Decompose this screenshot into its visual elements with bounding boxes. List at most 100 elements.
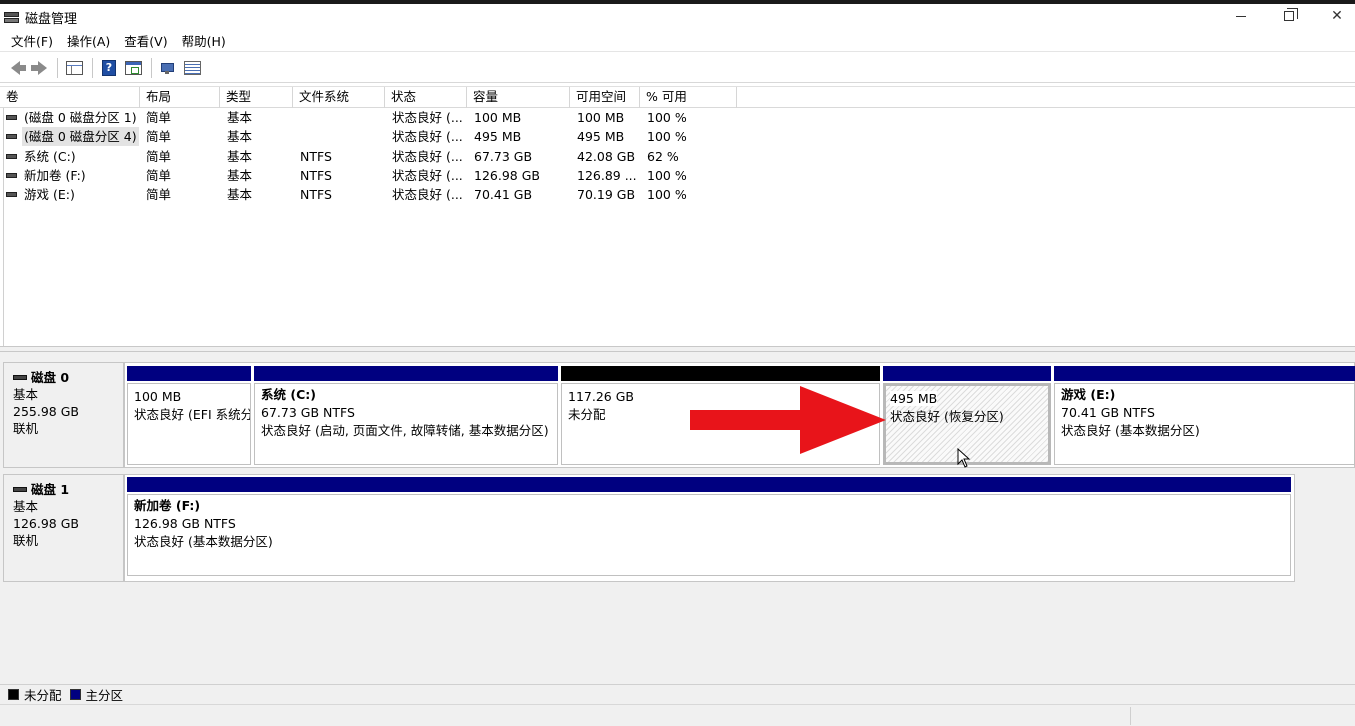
cell-status: 状态良好 (...	[392, 167, 463, 183]
column-header-volume[interactable]: 卷	[0, 87, 140, 108]
cell-free-space: 42.08 GB	[577, 148, 636, 164]
column-header-layout[interactable]: 布局	[140, 87, 220, 108]
list-view-button[interactable]	[181, 57, 203, 79]
cell-percent-free: 100 %	[647, 110, 687, 125]
maximize-button[interactable]	[1266, 4, 1312, 28]
column-header-free-space[interactable]: 可用空间	[570, 87, 640, 108]
cell-type: 基本	[227, 167, 253, 183]
volume-icon	[6, 134, 17, 140]
toolbar-separator	[92, 57, 93, 78]
unallocated-bar	[561, 366, 880, 381]
menu-view[interactable]: 查看(V)	[117, 31, 174, 50]
disk-size: 126.98 GB	[13, 516, 79, 531]
disk-0-label[interactable]: 磁盘 0 基本 255.98 GB 联机	[3, 362, 124, 468]
partition-status: 状态良好 (基本数据分区)	[134, 534, 273, 549]
disk-type: 基本	[13, 499, 39, 514]
cell-type: 基本	[227, 187, 253, 203]
cell-layout: 简单	[146, 129, 172, 145]
partition-new-volume-f[interactable]: 新加卷 (F:) 126.98 GB NTFS 状态良好 (基本数据分区)	[127, 477, 1291, 579]
volume-name: (磁盘 0 磁盘分区 4)	[22, 127, 139, 147]
cell-volume: 系统 (C:)	[6, 147, 140, 166]
partition-size: 126.98 GB NTFS	[134, 516, 236, 531]
disk-management-app-icon	[4, 10, 20, 24]
cell-status: 状态良好 (...	[392, 110, 463, 125]
partition-efi[interactable]: 100 MB 状态良好 (EFI 系统分	[127, 366, 251, 466]
cell-layout: 简单	[146, 110, 172, 125]
cell-filesystem: NTFS	[300, 148, 332, 164]
cell-layout: 简单	[146, 167, 172, 183]
cell-filesystem: NTFS	[300, 167, 332, 183]
volume-row[interactable]: 新加卷 (F:) 简单 基本 NTFS 状态良好 (... 126.98 GB 126.89…	[0, 166, 740, 185]
disk-icon	[13, 375, 27, 380]
volume-name: (磁盘 0 磁盘分区 1)	[24, 110, 137, 125]
partition-status: 状态良好 (EFI 系统分	[134, 407, 251, 422]
toolbar: ?	[0, 53, 1355, 83]
cell-type: 基本	[227, 129, 253, 145]
partition-name: 新加卷 (F:)	[134, 498, 201, 513]
column-header-capacity[interactable]: 容量	[467, 87, 570, 108]
back-button[interactable]	[4, 57, 26, 79]
minimize-button[interactable]	[1218, 4, 1264, 28]
primary-partition-bar	[254, 366, 558, 381]
cell-capacity: 70.41 GB	[474, 187, 533, 203]
volume-row[interactable]: 系统 (C:) 简单 基本 NTFS 状态良好 (... 67.73 GB 42.08 GB…	[0, 147, 740, 166]
show-hide-console-tree-button[interactable]	[63, 57, 85, 79]
disk-status: 联机	[13, 533, 39, 548]
volume-row[interactable]: (磁盘 0 磁盘分区 4) 简单 基本 状态良好 (... 495 MB 495 MB 10…	[0, 127, 740, 147]
cell-volume: (磁盘 0 磁盘分区 4)	[6, 127, 140, 147]
forward-button[interactable]	[28, 57, 50, 79]
partition-name: 游戏 (E:)	[1061, 387, 1116, 402]
menu-file[interactable]: 文件(F)	[4, 31, 60, 50]
legend-item-unallocated: 未分配	[8, 685, 62, 704]
column-header-status[interactable]: 状态	[385, 87, 467, 108]
cell-status: 状态良好 (...	[392, 129, 463, 145]
help-button[interactable]: ?	[98, 57, 120, 79]
connect-button[interactable]	[157, 57, 179, 79]
cell-percent-free: 100 %	[647, 167, 687, 183]
partition-size: 100 MB	[134, 389, 182, 404]
column-header-filesystem[interactable]: 文件系统	[293, 87, 385, 108]
mouse-cursor-icon	[957, 448, 971, 468]
column-header-percent-free[interactable]: % 可用	[640, 87, 737, 108]
cell-percent-free: 100 %	[647, 187, 687, 203]
minimize-icon	[1236, 15, 1246, 17]
red-annotation-arrow	[690, 386, 886, 454]
cell-status: 状态良好 (...	[392, 148, 463, 164]
cell-free-space: 495 MB	[577, 129, 625, 145]
status-bar	[0, 704, 1355, 726]
window-title: 磁盘管理	[25, 11, 78, 27]
title-bar: 磁盘管理 ✕	[0, 4, 1355, 30]
partition-size: 495 MB	[890, 391, 938, 406]
partition-size: 70.41 GB NTFS	[1061, 405, 1155, 420]
disk-1-label[interactable]: 磁盘 1 基本 126.98 GB 联机	[3, 474, 124, 582]
volume-row[interactable]: 游戏 (E:) 简单 基本 NTFS 状态良好 (... 70.41 GB 70.19 GB…	[0, 185, 740, 204]
legend-label: 主分区	[85, 688, 124, 703]
partition-system-c[interactable]: 系统 (C:) 67.73 GB NTFS 状态良好 (启动, 页面文件, 故障…	[254, 366, 558, 466]
volume-row[interactable]: (磁盘 0 磁盘分区 1) 简单 基本 状态良好 (... 100 MB 100 MB 10…	[0, 108, 740, 127]
volume-icon	[6, 115, 17, 120]
column-header-type[interactable]: 类型	[220, 87, 293, 108]
disk-icon	[13, 487, 27, 492]
partition-games-e[interactable]: 游戏 (E:) 70.41 GB NTFS 状态良好 (基本数据分区)	[1054, 366, 1355, 466]
close-button[interactable]: ✕	[1314, 4, 1355, 28]
cell-percent-free: 62 %	[647, 148, 679, 164]
cell-layout: 简单	[146, 187, 172, 203]
forward-arrow-icon	[30, 60, 47, 75]
close-icon: ✕	[1331, 8, 1343, 24]
menu-action[interactable]: 操作(A)	[60, 31, 117, 50]
cell-capacity: 126.98 GB	[474, 167, 540, 183]
properties-button[interactable]	[122, 57, 144, 79]
list-view-icon	[183, 60, 201, 75]
cell-percent-free: 100 %	[647, 129, 687, 145]
legend-swatch-unallocated	[8, 689, 19, 700]
cell-volume: 新加卷 (F:)	[6, 166, 140, 185]
volume-icon	[6, 172, 17, 178]
disk-name: 磁盘 1	[31, 482, 70, 497]
disk-status: 联机	[13, 421, 39, 436]
menu-help[interactable]: 帮助(H)	[175, 31, 233, 50]
menu-bar: 文件(F) 操作(A) 查看(V) 帮助(H)	[0, 30, 1355, 52]
cell-type: 基本	[227, 148, 253, 164]
legend-label: 未分配	[24, 688, 62, 703]
console-tree-icon	[65, 60, 83, 75]
cell-status: 状态良好 (...	[392, 187, 463, 203]
